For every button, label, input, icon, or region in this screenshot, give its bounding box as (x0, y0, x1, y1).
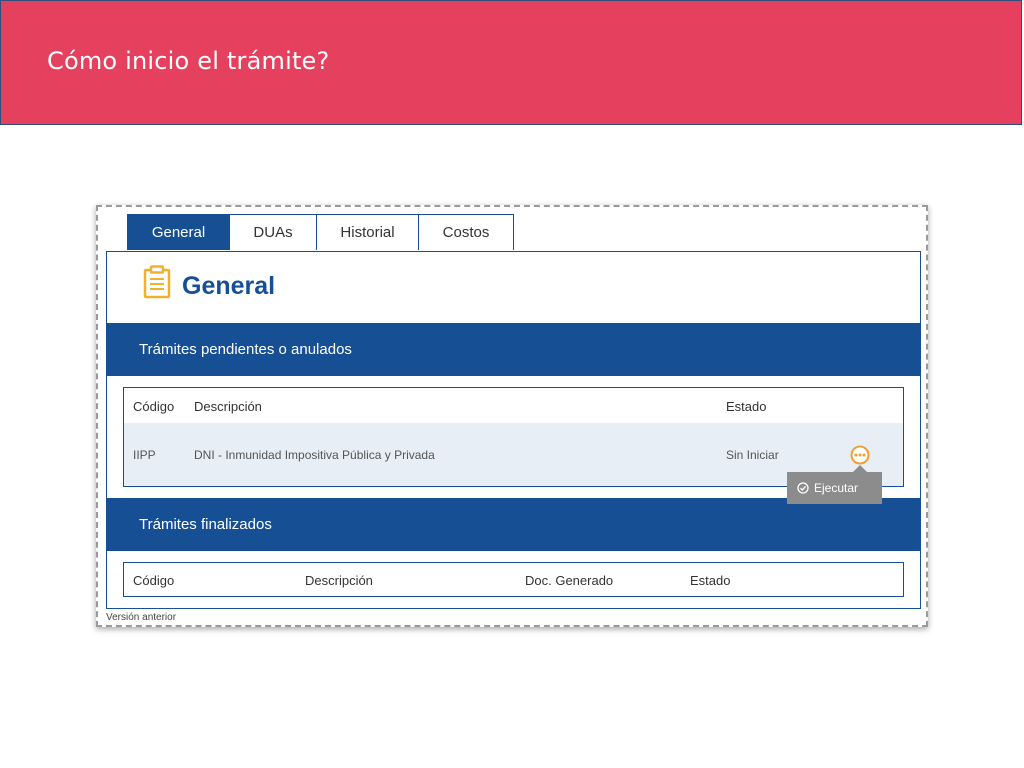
tab-historial[interactable]: Historial (316, 214, 419, 250)
finished-table: Código Descripción Doc. Generado Estado (123, 562, 904, 597)
clipboard-icon (143, 265, 171, 299)
general-panel: General Trámites pendientes o anulados C… (106, 251, 921, 609)
column-header-descripcion: Descripción (305, 573, 373, 588)
cell-descripcion: DNI - Inmunidad Impositiva Pública y Pri… (194, 448, 435, 462)
more-options-icon[interactable] (850, 445, 870, 465)
previous-version-link[interactable]: Versión anterior (106, 612, 176, 623)
execute-tooltip[interactable]: Ejecutar (787, 465, 882, 504)
tab-costos[interactable]: Costos (418, 214, 514, 250)
finished-section-header: Trámites finalizados (107, 498, 920, 551)
app-screenshot: General DUAs Historial Costos General Tr… (96, 205, 928, 627)
check-circle-icon (797, 482, 809, 494)
panel-title: General (182, 272, 276, 300)
tab-bar: General DUAs Historial Costos (127, 214, 514, 250)
slide-header: Cómo inicio el trámite? (0, 0, 1022, 125)
cell-codigo: IIPP (133, 448, 156, 462)
tab-duas[interactable]: DUAs (229, 214, 317, 250)
execute-label: Ejecutar (814, 481, 859, 495)
cell-estado: Sin Iniciar (726, 448, 779, 462)
column-header-estado: Estado (726, 399, 767, 414)
column-header-codigo: Código (133, 573, 175, 588)
column-header-estado: Estado (690, 573, 731, 588)
column-header-descripcion: Descripción (194, 399, 262, 414)
pending-section-header: Trámites pendientes o anulados (107, 323, 920, 376)
column-header-codigo: Código (133, 399, 175, 414)
column-header-doc-generado: Doc. Generado (525, 573, 614, 588)
tab-general[interactable]: General (127, 214, 230, 250)
slide-title: Cómo inicio el trámite? (47, 47, 330, 75)
